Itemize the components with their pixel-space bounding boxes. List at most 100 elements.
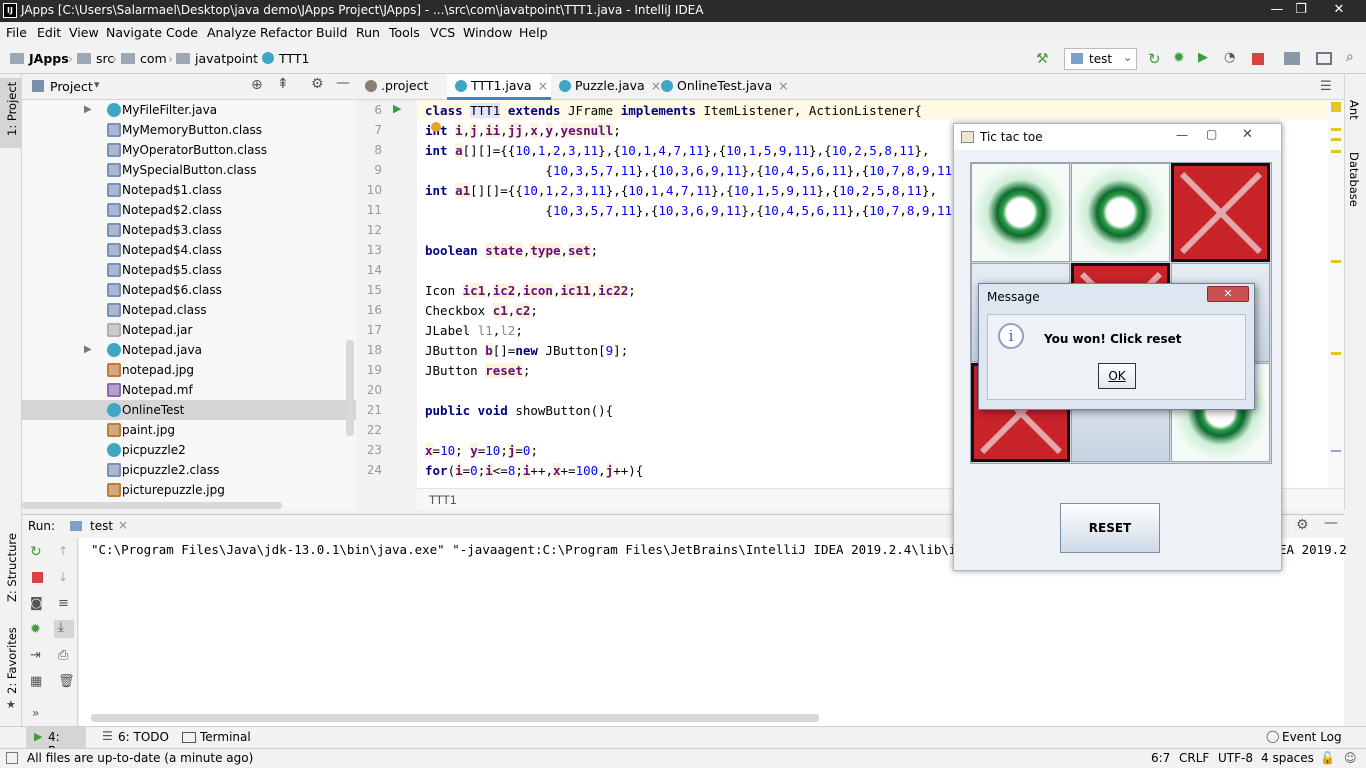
ttt-cell-x[interactable] xyxy=(1171,163,1270,262)
tree-item[interactable]: Notepad$2.class xyxy=(22,200,356,220)
warning-marker[interactable] xyxy=(1331,352,1341,355)
tab-ttt1-java[interactable]: TTT1.java × xyxy=(447,74,551,100)
camera-icon[interactable]: ◙ xyxy=(30,596,43,611)
locate-target-icon[interactable]: ⊕ xyxy=(251,77,263,93)
menu-run[interactable]: Run xyxy=(356,25,380,40)
expand-arrow-icon[interactable]: ▶ xyxy=(84,340,92,360)
inspector-icon[interactable]: ☺ xyxy=(1344,751,1357,765)
menu-build[interactable]: Build xyxy=(316,25,347,40)
warning-marker[interactable] xyxy=(1331,260,1341,263)
breadcrumb-ttt1[interactable]: TTT1 xyxy=(262,51,309,66)
project-panel-title[interactable]: Project xyxy=(50,79,93,94)
todo-tool-button[interactable]: 6: TODO xyxy=(118,730,169,744)
close-tab-icon[interactable]: × xyxy=(778,78,788,93)
gear-icon[interactable]: ⚙ xyxy=(311,76,324,92)
debug-icon[interactable]: ✹ xyxy=(30,622,41,637)
tree-item[interactable]: MyOperatorButton.class xyxy=(22,140,356,160)
warning-marker[interactable] xyxy=(1331,138,1341,141)
menu-file[interactable]: File xyxy=(6,25,27,40)
run-tab-label[interactable]: test xyxy=(90,519,113,533)
expand-arrow-icon[interactable]: ▶ xyxy=(84,100,92,120)
info-marker[interactable] xyxy=(1331,450,1341,452)
menu-tools[interactable]: Tools xyxy=(389,25,420,40)
soft-wrap-icon[interactable]: ≡ xyxy=(58,596,69,611)
run-gutter-icon[interactable]: ▶ xyxy=(393,102,401,115)
gear-icon[interactable]: ⚙ xyxy=(1296,517,1309,533)
stop-icon[interactable] xyxy=(1252,53,1264,65)
tree-item[interactable]: ▶ Notepad.java xyxy=(22,340,356,360)
more-icon[interactable]: » xyxy=(32,706,39,720)
tree-item[interactable]: notepad.jpg xyxy=(22,360,356,380)
status-toggle-icon[interactable] xyxy=(6,752,18,764)
database-tool-label[interactable]: Database xyxy=(1347,152,1361,207)
hide-panel-icon[interactable]: — xyxy=(1324,515,1338,531)
rerun-icon[interactable]: ↻ xyxy=(30,544,42,560)
scroll-to-end-button[interactable]: ⤓ xyxy=(54,620,74,638)
breadcrumb-javatpoint[interactable]: javatpoint xyxy=(176,51,258,66)
warning-indicator-icon[interactable] xyxy=(1331,102,1341,112)
tree-item[interactable]: Notepad$4.class xyxy=(22,240,356,260)
tree-item[interactable]: MySpecialButton.class xyxy=(22,160,356,180)
menu-refactor[interactable]: Refactor xyxy=(260,25,312,40)
lock-icon[interactable]: 🔓 xyxy=(1320,751,1335,765)
debug-bug-icon[interactable]: ✹ xyxy=(1173,50,1185,66)
hide-panel-icon[interactable]: — xyxy=(336,75,350,91)
horizontal-scrollbar[interactable] xyxy=(91,714,819,722)
maximize-icon[interactable]: ▢ xyxy=(1206,127,1217,141)
lightbulb-icon[interactable] xyxy=(431,122,441,132)
file-encoding[interactable]: UTF-8 xyxy=(1218,751,1253,765)
favorites-tool-label[interactable]: 2: Favorites xyxy=(5,627,19,694)
close-icon[interactable]: ✕ xyxy=(1242,127,1253,142)
menu-view[interactable]: View xyxy=(69,25,99,40)
tree-item[interactable]: Notepad$3.class xyxy=(22,220,356,240)
tab-puzzle-java[interactable]: Puzzle.java × xyxy=(551,74,661,100)
horizontal-scrollbar[interactable] xyxy=(22,502,282,509)
close-tab-icon[interactable]: × xyxy=(538,78,548,93)
menu-navigate[interactable]: Navigate xyxy=(106,25,162,40)
menu-vcs[interactable]: VCS xyxy=(430,25,455,40)
tree-item[interactable]: ▶ MyFileFilter.java xyxy=(22,100,356,120)
event-log-button[interactable]: Event Log xyxy=(1282,730,1342,744)
tree-item[interactable]: picpuzzle2 xyxy=(22,440,356,460)
login-icon[interactable]: ⇥ xyxy=(30,648,41,663)
tab-onlinetest-java[interactable]: OnlineTest.java × xyxy=(653,74,789,100)
run-config-select[interactable]: test ⌄ xyxy=(1064,48,1137,70)
menu-help[interactable]: Help xyxy=(519,25,548,40)
reset-button[interactable]: RESET xyxy=(1060,503,1160,553)
run-tool-button[interactable]: ▶ 4: Run xyxy=(26,727,86,758)
warning-marker[interactable] xyxy=(1331,150,1341,153)
project-tool-button[interactable]: 1: Project xyxy=(0,78,21,148)
layout-icon[interactable] xyxy=(1316,52,1332,65)
menu-code[interactable]: Code xyxy=(166,25,198,40)
down-arrow-icon[interactable]: ↓ xyxy=(58,570,68,584)
minimize-icon[interactable]: — xyxy=(1176,128,1188,142)
menu-window[interactable]: Window xyxy=(463,25,512,40)
breadcrumb-com[interactable]: com xyxy=(121,51,167,66)
terminal-tool-button[interactable]: Terminal xyxy=(200,730,251,744)
tree-item[interactable]: picturepuzzle.jpg xyxy=(22,480,356,500)
stop-icon[interactable] xyxy=(32,572,43,583)
close-tab-icon[interactable]: × xyxy=(118,518,128,532)
menu-edit[interactable]: Edit xyxy=(37,25,61,40)
dialog-close-button[interactable]: ✕ xyxy=(1207,286,1249,302)
tree-item[interactable]: Notepad.mf xyxy=(22,380,356,400)
layout-icon[interactable]: ▦ xyxy=(30,674,42,689)
tree-item[interactable]: Notepad$6.class xyxy=(22,280,356,300)
rerun-icon[interactable]: ↻ xyxy=(1148,50,1161,68)
vertical-scrollbar[interactable] xyxy=(346,340,354,436)
trash-icon[interactable]: 🗑 xyxy=(58,674,75,689)
print-icon[interactable]: ⎙ xyxy=(58,648,68,663)
line-separator[interactable]: CRLF xyxy=(1179,751,1209,765)
run-coverage-icon[interactable]: ▶ xyxy=(1198,50,1208,65)
collapse-all-icon[interactable]: ⇞ xyxy=(277,76,289,92)
tree-item[interactable]: OnlineTest xyxy=(22,400,356,420)
ttt-cell-o[interactable] xyxy=(1071,163,1170,262)
warning-marker[interactable] xyxy=(1331,128,1341,131)
caret-position[interactable]: 6:7 xyxy=(1151,751,1170,765)
breadcrumb-src[interactable]: src xyxy=(77,51,114,66)
tree-item[interactable]: Notepad.class xyxy=(22,300,356,320)
maximize-button[interactable]: ❐ xyxy=(1286,0,1316,22)
project-structure-icon[interactable] xyxy=(1284,52,1300,65)
menu-analyze[interactable]: Analyze xyxy=(207,25,256,40)
breadcrumb-project[interactable]: JApps xyxy=(10,51,69,66)
